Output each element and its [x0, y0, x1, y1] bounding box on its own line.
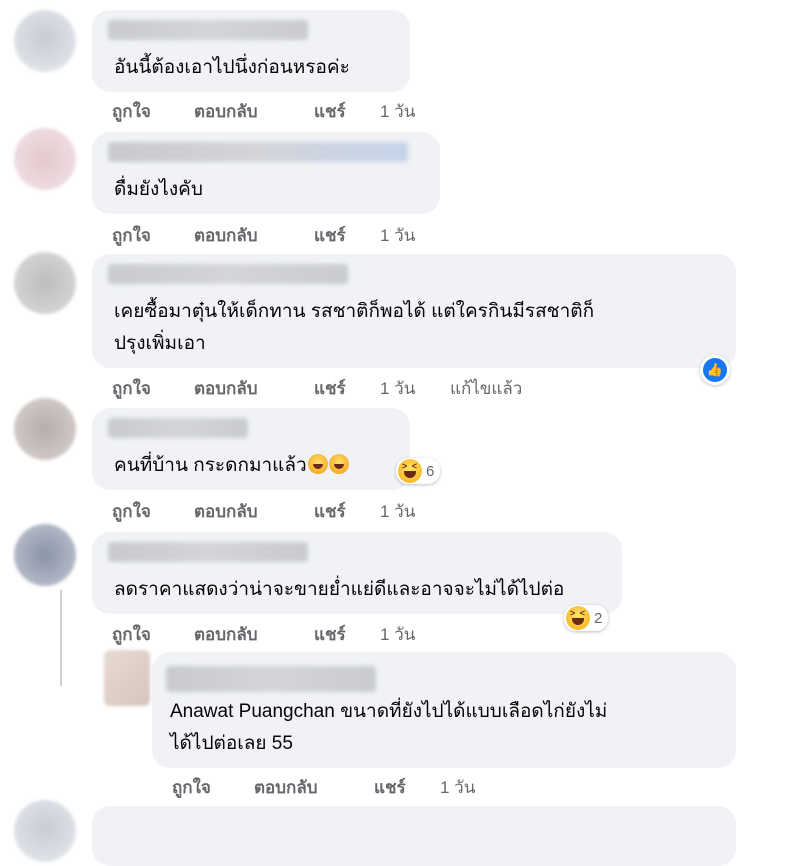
share-button[interactable]: แชร์ [314, 98, 380, 125]
share-button[interactable]: แชร์ [314, 375, 380, 402]
commenter-name[interactable] [108, 20, 308, 40]
comment-text: อันนี้ต้องเอาไปนึ่งก่อนหรอค่ะ [114, 57, 350, 78]
reaction-count: 6 [426, 462, 435, 480]
reply-button[interactable]: ตอบกลับ [194, 498, 314, 525]
laughing-emoji-icon [328, 454, 349, 474]
comment-text: คนที่บ้าน กระดกมาแล้ว [114, 450, 349, 482]
avatar[interactable] [104, 650, 150, 706]
share-button[interactable]: แชร์ [374, 774, 440, 801]
commenter-name[interactable] [108, 264, 348, 284]
comment-bubble: ดื่มยังไงคับ [92, 132, 440, 214]
share-button[interactable]: แชร์ [314, 498, 380, 525]
like-button[interactable]: ถูกใจ [172, 774, 254, 801]
reaction-badge[interactable]: 2 [564, 605, 609, 631]
comment-timestamp[interactable]: 1 วัน [380, 98, 450, 125]
like-reaction-badge[interactable]: 👍 [700, 355, 730, 385]
commenter-name[interactable] [108, 418, 248, 438]
comment-text-line: ปรุงเพิ่มเอา [114, 333, 206, 354]
reply-button[interactable]: ตอบกลับ [194, 222, 314, 249]
comment-text: ดื่มยังไงคับ [114, 179, 203, 200]
haha-reaction-icon [566, 606, 590, 630]
commenter-name[interactable] [108, 542, 308, 562]
comment-timestamp[interactable]: 1 วัน [380, 375, 450, 402]
avatar[interactable] [14, 524, 76, 586]
comment-actions: ถูกใจ ตอบกลับ แชร์ 1 วัน [112, 621, 450, 648]
comment-timestamp[interactable]: 1 วัน [380, 222, 450, 249]
reaction-badge[interactable]: 6 [396, 458, 441, 484]
comment-actions: ถูกใจ ตอบกลับ แชร์ 1 วัน แก้ไขแล้ว [112, 375, 522, 402]
like-button[interactable]: ถูกใจ [112, 621, 194, 648]
comment-timestamp[interactable]: 1 วัน [380, 621, 450, 648]
comment-actions: ถูกใจ ตอบกลับ แชร์ 1 วัน [112, 98, 450, 125]
laughing-emoji-icon [307, 454, 328, 474]
avatar[interactable] [14, 252, 76, 314]
reply-button[interactable]: ตอบกลับ [194, 375, 314, 402]
like-button[interactable]: ถูกใจ [112, 498, 194, 525]
haha-reaction-icon [398, 459, 422, 483]
reply-bubble: Anawat Puangchan ขนาดที่ยังไปได้แบบเลือด… [152, 652, 736, 768]
like-button[interactable]: ถูกใจ [112, 222, 194, 249]
comment-bubble: ลดราคาแสดงว่าน่าจะขายย่ำแย่ดีและอาจจะไม่… [92, 532, 622, 614]
comment-text-content: คนที่บ้าน กระดกมาแล้ว [114, 455, 307, 476]
comment-timestamp[interactable]: 1 วัน [380, 498, 450, 525]
avatar[interactable] [14, 398, 76, 460]
comment-text-line: เคยซื้อมาตุ๋นให้เด็กทาน รสชาติก็พอได้ แต… [114, 301, 595, 322]
comment-actions: ถูกใจ ตอบกลับ แชร์ 1 วัน [112, 222, 450, 249]
comment-bubble: เคยซื้อมาตุ๋นให้เด็กทาน รสชาติก็พอได้ แต… [92, 254, 736, 368]
like-button[interactable]: ถูกใจ [112, 375, 194, 402]
comment-timestamp[interactable]: 1 วัน [440, 774, 510, 801]
comment-text-line: Anawat Puangchan ขนาดที่ยังไปได้แบบเลือด… [170, 701, 608, 722]
edited-label[interactable]: แก้ไขแล้ว [450, 375, 522, 402]
thread-line [60, 590, 62, 686]
reply-button[interactable]: ตอบกลับ [194, 621, 314, 648]
reply-button[interactable]: ตอบกลับ [194, 98, 314, 125]
comment-actions: ถูกใจ ตอบกลับ แชร์ 1 วัน [172, 774, 510, 801]
avatar[interactable] [14, 10, 76, 72]
commenter-name[interactable] [108, 142, 408, 162]
comment-bubble: อันนี้ต้องเอาไปนึ่งก่อนหรอค่ะ [92, 10, 410, 92]
comment-actions: ถูกใจ ตอบกลับ แชร์ 1 วัน [112, 498, 450, 525]
reply-button[interactable]: ตอบกลับ [254, 774, 374, 801]
reaction-count: 2 [594, 609, 603, 627]
share-button[interactable]: แชร์ [314, 222, 380, 249]
comment-text: ลดราคาแสดงว่าน่าจะขายย่ำแย่ดีและอาจจะไม่… [114, 579, 565, 600]
like-button[interactable]: ถูกใจ [112, 98, 194, 125]
avatar[interactable] [14, 128, 76, 190]
comment-bubble [92, 806, 736, 866]
commenter-name[interactable] [166, 666, 376, 692]
avatar[interactable] [14, 800, 76, 862]
comment-bubble: คนที่บ้าน กระดกมาแล้ว [92, 408, 410, 490]
share-button[interactable]: แชร์ [314, 621, 380, 648]
comment-text-line: ได้ไปต่อเลย 55 [170, 733, 293, 754]
like-reaction-icon: 👍 [703, 358, 727, 382]
